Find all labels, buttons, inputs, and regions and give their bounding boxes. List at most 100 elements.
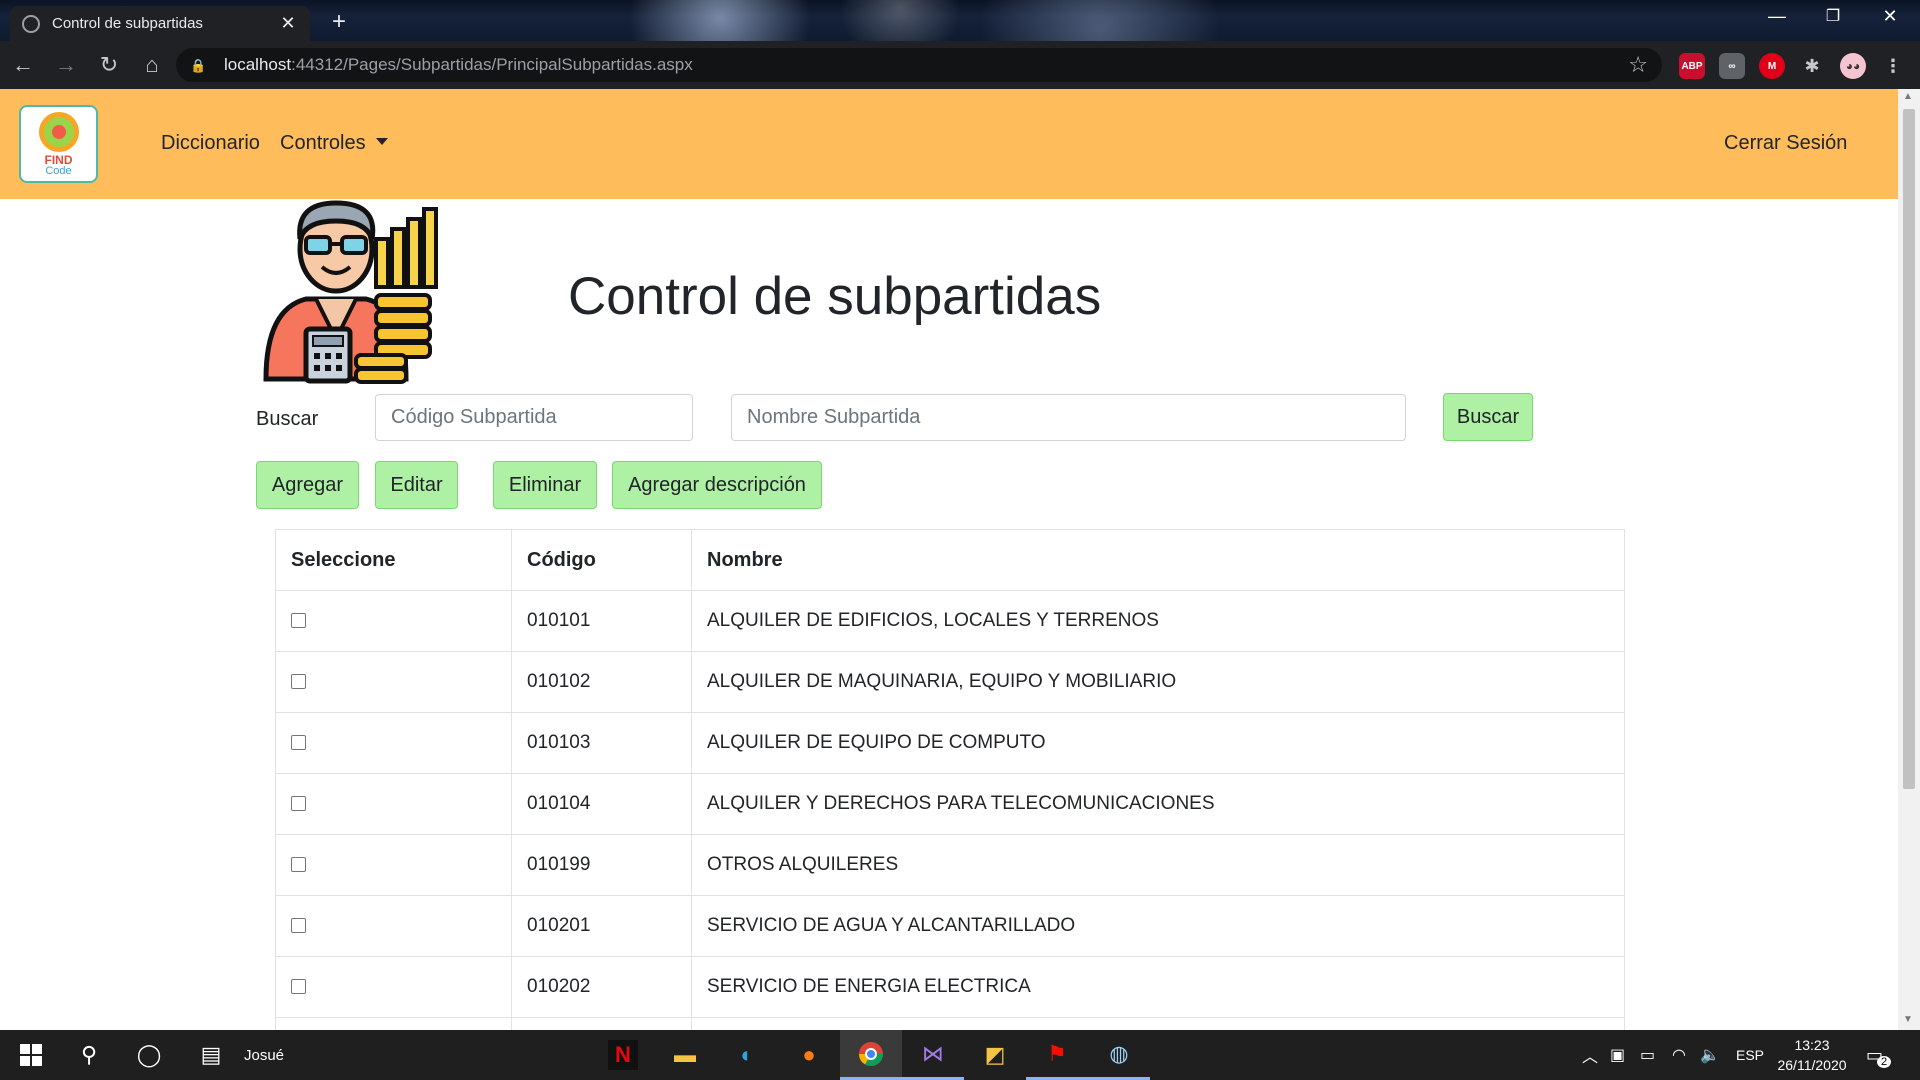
- scrollbar-thumb[interactable]: [1903, 109, 1915, 789]
- adblock-extension-icon[interactable]: ABP: [1679, 53, 1705, 79]
- codigo-cell: [511, 1017, 692, 1030]
- select-cell: [275, 651, 512, 713]
- clock[interactable]: 13:23 26/11/2020: [1774, 1030, 1850, 1080]
- select-cell: [275, 773, 512, 835]
- close-window-icon[interactable]: ✕: [1870, 6, 1910, 27]
- logo-text-find: FIND: [44, 152, 73, 167]
- subpartidas-table: Seleccione Código Nombre 010101 ALQUILER…: [275, 529, 1625, 1030]
- logo-mark: [38, 111, 79, 152]
- row-checkbox[interactable]: [291, 918, 306, 934]
- paint-icon[interactable]: ◍: [1088, 1030, 1150, 1080]
- wifi-icon[interactable]: ◠: [1672, 1030, 1686, 1080]
- codigo-subpartida-input[interactable]: [375, 394, 693, 441]
- browser-tab-strip: Control de subpartidas ✕ + — ❐ ✕: [0, 0, 1920, 41]
- table-row: 010202 SERVICIO DE ENERGIA ELECTRICA: [275, 956, 1625, 1018]
- nombre-cell: [691, 1017, 1625, 1030]
- url-host: localhost: [224, 55, 292, 74]
- select-cell: [275, 895, 512, 957]
- notification-icon[interactable]: ▭ 2: [1866, 1030, 1892, 1080]
- table-row: 010201 SERVICIO DE AGUA Y ALCANTARILLADO: [275, 895, 1625, 957]
- tab-title: Control de subpartidas: [52, 15, 203, 32]
- table-row: 010101 ALQUILER DE EDIFICIOS, LOCALES Y …: [275, 590, 1625, 652]
- nombre-cell: OTROS ALQUILERES: [691, 834, 1625, 896]
- table-header-row: Seleccione Código Nombre: [275, 529, 1625, 591]
- url-bar[interactable]: 🔒 localhost:44312/Pages/Subpartidas/Prin…: [176, 48, 1662, 82]
- add-description-button[interactable]: Agregar descripción: [612, 461, 822, 509]
- chevron-up-icon[interactable]: ︿: [1582, 1030, 1598, 1080]
- close-tab-icon[interactable]: ✕: [278, 13, 298, 34]
- chrome-icon[interactable]: [840, 1030, 902, 1080]
- scroll-down-icon[interactable]: ▼: [1903, 1014, 1913, 1025]
- search-button[interactable]: Buscar: [1443, 393, 1533, 441]
- file-explorer-icon[interactable]: ▬: [654, 1030, 716, 1080]
- select-cell: [275, 1017, 512, 1030]
- codigo-cell: 010202: [511, 956, 692, 1018]
- reload-icon[interactable]: ↻: [89, 45, 129, 85]
- nombre-cell: ALQUILER DE EDIFICIOS, LOCALES Y TERRENO…: [691, 590, 1625, 652]
- browser-menu-icon[interactable]: ⋮: [1880, 53, 1906, 79]
- infinity-extension-icon[interactable]: ∞: [1719, 53, 1745, 79]
- language-indicator[interactable]: ESP: [1736, 1030, 1764, 1080]
- nombre-cell: ALQUILER DE EQUIPO DE COMPUTO: [691, 712, 1625, 774]
- visual-studio-icon[interactable]: ⋈: [902, 1030, 964, 1080]
- select-cell: [275, 590, 512, 652]
- firefox-icon[interactable]: ●: [778, 1030, 840, 1080]
- minimize-icon[interactable]: —: [1757, 6, 1797, 27]
- sticky-app-icon[interactable]: ◩: [964, 1030, 1026, 1080]
- row-checkbox[interactable]: [291, 613, 306, 629]
- browser-tab[interactable]: Control de subpartidas ✕: [10, 6, 310, 41]
- delete-button[interactable]: Eliminar: [493, 461, 597, 509]
- cortana-icon[interactable]: ◯: [118, 1030, 180, 1080]
- new-tab-button[interactable]: +: [325, 8, 353, 36]
- taskbar-search-text[interactable]: Josué: [244, 1030, 284, 1080]
- table-row: 010199 OTROS ALQUILERES: [275, 834, 1625, 896]
- row-checkbox[interactable]: [291, 857, 306, 873]
- page-scrollbar[interactable]: ▲ ▼: [1898, 89, 1920, 1030]
- row-checkbox[interactable]: [291, 674, 306, 690]
- nav-controles-dropdown[interactable]: Controles: [280, 132, 388, 155]
- volume-icon[interactable]: 🔈: [1700, 1030, 1720, 1080]
- clock-date: 26/11/2020: [1777, 1057, 1847, 1073]
- table-row: 010102 ALQUILER DE MAQUINARIA, EQUIPO Y …: [275, 651, 1625, 713]
- network-device-icon[interactable]: ▣: [1610, 1030, 1625, 1080]
- row-checkbox[interactable]: [291, 796, 306, 812]
- select-cell: [275, 712, 512, 774]
- netflix-icon[interactable]: N: [592, 1030, 654, 1080]
- findcode-logo[interactable]: FIND Code: [19, 105, 98, 183]
- edge-icon[interactable]: ◐: [716, 1030, 778, 1080]
- nav-controles-label: Controles: [280, 132, 366, 154]
- battery-icon[interactable]: ▭: [1640, 1030, 1655, 1080]
- row-checkbox[interactable]: [291, 735, 306, 751]
- nav-diccionario[interactable]: Diccionario: [161, 132, 260, 155]
- select-cell: [275, 956, 512, 1018]
- nombre-subpartida-input[interactable]: [731, 394, 1406, 441]
- lock-icon[interactable]: 🔒: [190, 58, 206, 73]
- bookmark-star-icon[interactable]: ☆: [1628, 52, 1648, 78]
- profile-avatar-icon[interactable]: ◕◕: [1840, 53, 1866, 79]
- task-view-icon[interactable]: ▤: [180, 1030, 242, 1080]
- scroll-up-icon[interactable]: ▲: [1903, 91, 1913, 102]
- table-row: 010103 ALQUILER DE EQUIPO DE COMPUTO: [275, 712, 1625, 774]
- logout-link[interactable]: Cerrar Sesión: [1724, 132, 1847, 155]
- back-icon[interactable]: ←: [3, 45, 43, 85]
- clock-time: 13:23: [1794, 1037, 1830, 1053]
- table-row: [275, 1017, 1625, 1030]
- accountant-illustration: [263, 200, 438, 384]
- restore-icon[interactable]: ❐: [1813, 6, 1853, 26]
- nombre-cell: SERVICIO DE AGUA Y ALCANTARILLADO: [691, 895, 1625, 957]
- column-header-nombre: Nombre: [691, 529, 1625, 591]
- row-checkbox[interactable]: [291, 979, 306, 995]
- nombre-cell: SERVICIO DE ENERGIA ELECTRICA: [691, 956, 1625, 1018]
- puzzle-extensions-icon[interactable]: ✱: [1799, 53, 1825, 79]
- search-icon[interactable]: ⚲: [58, 1030, 120, 1080]
- codigo-cell: 010103: [511, 712, 692, 774]
- edit-button[interactable]: Editar: [375, 461, 458, 509]
- add-button[interactable]: Agregar: [256, 461, 359, 509]
- home-icon[interactable]: ⌂: [132, 45, 172, 85]
- acrobat-icon[interactable]: ⚑: [1026, 1030, 1088, 1080]
- nombre-cell: ALQUILER DE MAQUINARIA, EQUIPO Y MOBILIA…: [691, 651, 1625, 713]
- forward-icon[interactable]: →: [46, 45, 86, 85]
- codigo-cell: 010102: [511, 651, 692, 713]
- windows-start-icon[interactable]: [0, 1030, 62, 1080]
- mega-extension-icon[interactable]: M: [1759, 53, 1785, 79]
